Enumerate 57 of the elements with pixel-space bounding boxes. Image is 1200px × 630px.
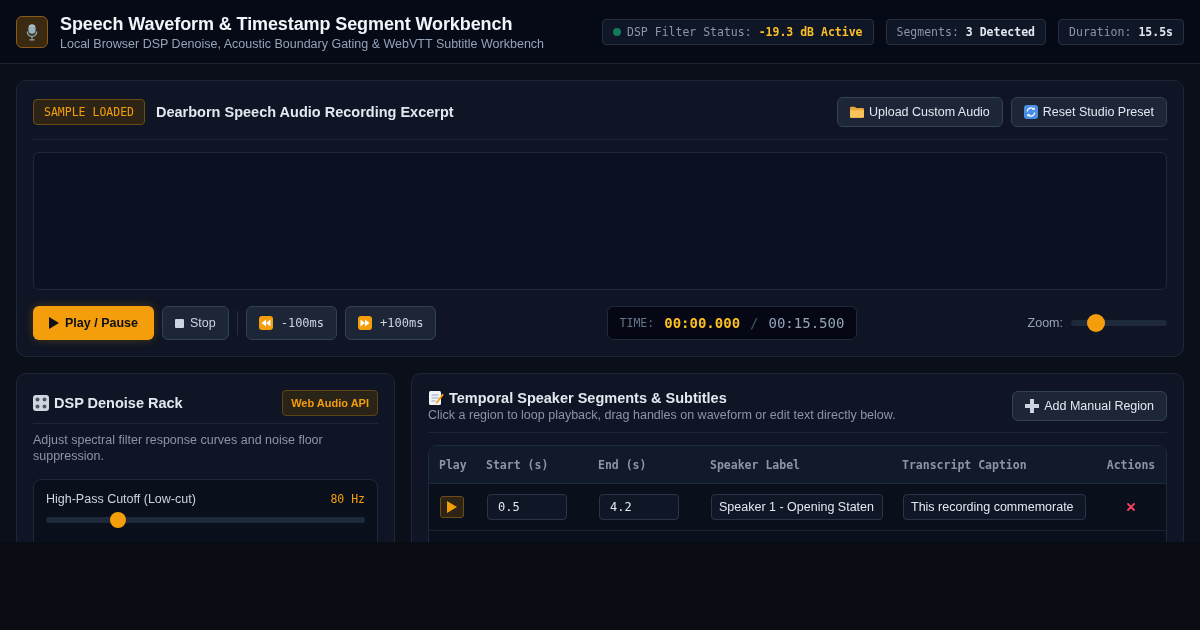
start-time-field[interactable]: 0.5 [487,494,567,520]
rewind-icon [258,316,273,330]
pill-value: -19.3 dB Active [758,24,863,39]
time-separator: / [750,315,759,331]
play-segment-button[interactable] [440,496,464,518]
total-time: 00:15.500 [768,315,845,331]
pill-value: 15.5s [1138,24,1173,39]
stop-icon [174,318,184,328]
rack-title: DSP Denoise Rack [54,395,183,411]
plus-icon [1025,399,1040,413]
column-header: Actions [1105,457,1157,472]
memo-icon [428,390,444,406]
fast-forward-icon [358,316,373,330]
control-knobs-icon [33,395,49,411]
column-header: Play [438,457,468,472]
close-icon [1127,503,1135,511]
speaker-label-field[interactable]: Speaker 1 - Opening Staten [711,494,883,520]
refresh-icon [1023,105,1038,119]
recording-title: Dearborn Speech Audio Recording Excerpt [156,104,454,120]
column-header: Speaker Label [709,457,801,472]
app-title: Speech Waveform & Timestamp Segment Workbench [60,12,514,35]
caption-field[interactable]: This recording commemorate [903,494,1086,520]
add-region-button[interactable]: Add Manual Region [1012,391,1167,421]
play-pause-button[interactable]: Play / Pause [33,306,154,340]
time-label: TIME: [619,316,655,330]
column-header: Start (s) [485,457,550,472]
reset-preset-button[interactable]: Reset Studio Preset [1010,97,1167,127]
slider-label: High-Pass Cutoff (Low-cut) [46,492,196,506]
zoom-slider[interactable] [1071,314,1167,332]
microphone-icon [16,15,48,48]
slider-thumb[interactable] [109,512,126,528]
pill-label: Duration: [1069,24,1132,39]
play-icon [447,501,457,513]
stop-button[interactable]: Stop [161,306,229,340]
filter-slider[interactable] [46,512,365,528]
pill-label: Segments: [896,24,959,39]
slider-reading: 80 Hz [330,492,365,506]
current-time: 00:00.000 [664,315,741,331]
rack-description: Adjust spectral filter response curves and noise floor suppression. [33,432,324,464]
upload-audio-button[interactable]: Upload Custom Audio [836,97,1003,127]
zoom-label: Zoom: [1027,316,1063,330]
segments-title: Temporal Speaker Segments & Subtitles [449,390,727,406]
end-time-field[interactable]: 4.2 [599,494,679,520]
pill-label: DSP Filter Status: [627,24,752,39]
column-header: Transcript Caption [901,457,1028,472]
column-header: End (s) [597,457,648,472]
forward-button[interactable]: +100ms [345,306,437,340]
segments-subtitle: Click a region to loop playback, drag handles on waveform or edit text directly below. [428,408,896,422]
slider-thumb[interactable] [1086,314,1105,332]
play-icon [49,317,59,329]
app-subtitle: Local Browser DSP Denoise, Acoustic Boundary Gating & WebVTT Subtitle Workbench [60,36,545,51]
pill-value: 3 Detected [965,24,1036,39]
rewind-button[interactable]: -100ms [245,306,338,340]
sample-badge: SAMPLE LOADED [33,99,145,125]
delete-button[interactable] [1125,501,1137,513]
web-audio-badge: Web Audio API [282,390,378,416]
folder-icon [849,106,864,118]
